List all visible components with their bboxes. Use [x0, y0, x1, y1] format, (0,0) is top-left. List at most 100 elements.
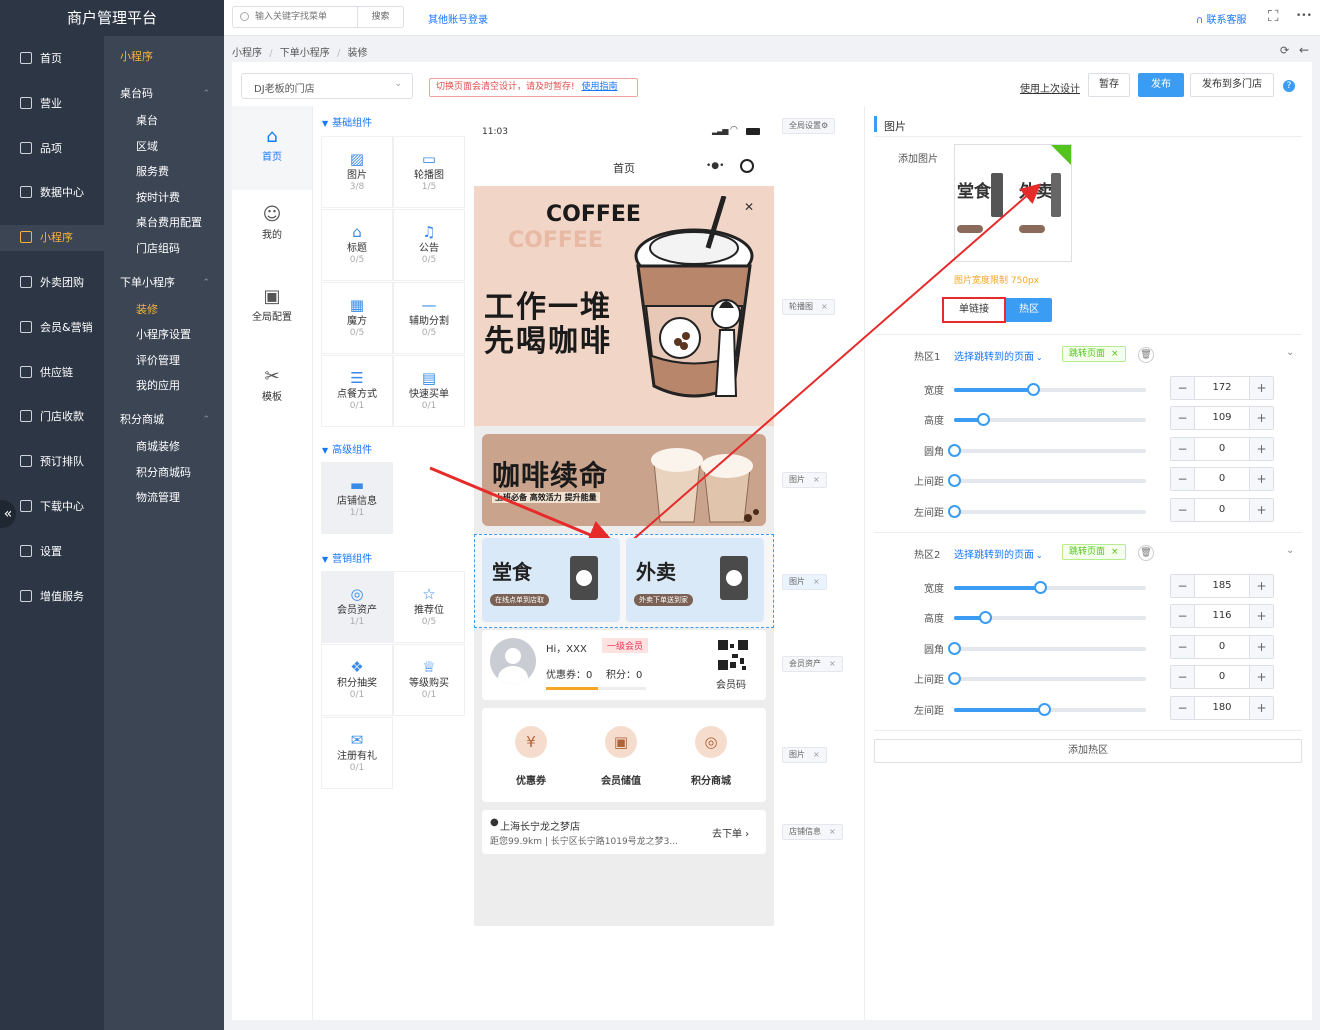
fullscreen-icon[interactable]: ⛶ [1268, 7, 1279, 25]
nav-primary-item[interactable]: 门店收款 [0, 404, 104, 430]
help-icon[interactable]: ? [1283, 80, 1295, 92]
support-link[interactable]: ∩ 联系客服 [1196, 11, 1247, 26]
page-tab[interactable]: ☺ 我的 [232, 204, 312, 241]
member-assets-card[interactable]: Hi，XXX 一级会员 优惠券：0 积分：0 会员码 [482, 630, 766, 700]
nav-primary-item[interactable]: 营业 [0, 91, 104, 117]
component-tile[interactable]: — 辅助分割 0/5 [393, 282, 465, 354]
add-hotspot-button[interactable]: 添加热区 [874, 739, 1302, 763]
page-tab[interactable]: ✂ 模板 [232, 366, 312, 403]
mode-tab-single-link[interactable]: 单链接 [942, 297, 1006, 323]
hotspot-stepper[interactable]: −180 + [1170, 695, 1274, 720]
hotspot-tile[interactable]: 堂食 在线点单到店取 [482, 538, 620, 622]
stepper-value[interactable]: 0 [1195, 468, 1249, 490]
component-tile[interactable]: ☆ 推荐位 0/5 [393, 571, 465, 643]
hotspot-slider[interactable] [948, 641, 1146, 655]
component-tile[interactable]: ▭ 轮播图 1/5 [393, 136, 465, 208]
decrement-button[interactable]: − [1171, 407, 1195, 430]
stepper-value[interactable]: 0 [1195, 636, 1249, 658]
hotspot-stepper[interactable]: −116 + [1170, 604, 1274, 629]
nav-secondary-item[interactable]: 装修 [104, 300, 224, 320]
decrement-button[interactable]: − [1171, 605, 1195, 628]
component-tile[interactable]: ❖ 积分抽奖 0/1 [321, 644, 393, 716]
user-guide-link[interactable]: 使用指南 [581, 82, 617, 92]
publish-button[interactable]: 发布 [1138, 73, 1184, 97]
component-tile[interactable]: ▬ 店铺信息 1/1 [321, 462, 393, 534]
nav-secondary-item[interactable]: 按时计费 [104, 188, 224, 208]
component-layer-tag[interactable]: 图片 × [782, 747, 827, 763]
component-group-header[interactable]: ▼ 基础组件 [322, 114, 372, 129]
quick-link[interactable]: ¥ 优惠券 [496, 722, 566, 794]
nav-secondary-item[interactable]: 区域 [104, 137, 224, 157]
back-icon[interactable]: ← [1299, 43, 1309, 57]
link-page-select[interactable]: 选择跳转到的页面 ⌄ [954, 546, 1043, 561]
increment-button[interactable]: + [1249, 407, 1273, 430]
slider-handle[interactable] [1038, 702, 1052, 716]
hotspot-slider[interactable] [954, 611, 1146, 625]
component-tile[interactable]: ▦ 魔方 0/5 [321, 282, 393, 354]
component-tile[interactable]: ◎ 会员资产 1/1 [321, 571, 393, 643]
component-tile[interactable]: ♕ 等级购买 0/1 [393, 644, 465, 716]
slider-handle[interactable] [948, 443, 961, 457]
nav-primary-item[interactable]: 下载中心 [0, 494, 104, 520]
nav-secondary-item[interactable]: 评价管理 [104, 351, 224, 371]
nav-section-header[interactable]: 桌台码 ⌃ [104, 84, 224, 104]
store-select[interactable]: DJ老板的门店 ⌄ [241, 73, 413, 99]
decrement-button[interactable]: − [1171, 575, 1195, 597]
more-icon[interactable]: ••• [1296, 11, 1312, 21]
increment-button[interactable]: + [1249, 605, 1273, 628]
slider-handle[interactable] [948, 641, 961, 655]
image-upload-preview[interactable]: 堂食 外卖 [954, 144, 1072, 262]
image-banner-coffee[interactable]: 咖啡续命 上班必备 高效活力 提升能量 [482, 434, 766, 526]
nav-primary-item[interactable]: 首页 [0, 46, 104, 72]
nav-primary-item[interactable]: 预订排队 [0, 449, 104, 475]
component-layer-tag[interactable]: 店铺信息 × [782, 824, 843, 840]
nav-primary-item[interactable]: 外卖团购 [0, 270, 104, 296]
component-group-header[interactable]: ▼ 营销组件 [322, 550, 372, 565]
nav-primary-item[interactable]: 增值服务 [0, 584, 104, 610]
increment-button[interactable]: + [1249, 666, 1273, 689]
increment-button[interactable]: + [1249, 575, 1273, 597]
hotspot-stepper[interactable]: −172 + [1170, 376, 1274, 400]
hotspot-stepper[interactable]: −0 + [1170, 634, 1274, 659]
use-last-design-link[interactable]: 使用上次设计 [1020, 80, 1080, 95]
stepper-value[interactable]: 180 [1195, 697, 1249, 719]
stepper-value[interactable]: 0 [1195, 438, 1249, 460]
component-tile[interactable]: ▨ 图片 3/8 [321, 136, 393, 208]
hotspot-stepper[interactable]: −185 + [1170, 574, 1274, 598]
slider-handle[interactable] [948, 504, 961, 518]
hotspot-slider[interactable] [954, 383, 1146, 396]
component-tile[interactable]: ✉ 注册有礼 0/1 [321, 717, 393, 789]
page-tab[interactable]: ⌂ 首页 [232, 126, 312, 163]
decrement-button[interactable]: − [1171, 635, 1195, 658]
remove-icon[interactable]: × [813, 750, 820, 759]
slider-handle[interactable] [1026, 383, 1040, 396]
hotspot-slider[interactable] [948, 474, 1146, 488]
nav-secondary-item[interactable]: 桌台费用配置 [104, 213, 224, 233]
hotspot-stepper[interactable]: −0 + [1170, 436, 1274, 461]
quick-link[interactable]: ▣ 会员储值 [586, 722, 656, 794]
page-tab[interactable]: ▣ 全局配置 [232, 286, 312, 323]
increment-button[interactable]: + [1249, 635, 1273, 658]
decrement-button[interactable]: − [1171, 437, 1195, 460]
hotspot-stepper[interactable]: −0 + [1170, 467, 1274, 492]
nav-primary-item[interactable]: 品项 [0, 136, 104, 162]
hotspot-stepper[interactable]: −0 + [1170, 497, 1274, 522]
decrement-button[interactable]: − [1171, 696, 1195, 719]
breadcrumb-item[interactable]: 下单小程序 [280, 48, 330, 59]
hotspot-tile[interactable]: 外卖 外卖下单送到家 [626, 538, 764, 622]
decrement-button[interactable]: − [1171, 498, 1195, 521]
component-layer-tag[interactable]: 全局设置⚙ [782, 118, 836, 134]
nav-secondary-item[interactable]: 我的应用 [104, 376, 224, 396]
decrement-button[interactable]: − [1171, 377, 1195, 399]
hotspot-slider[interactable] [948, 672, 1146, 686]
nav-primary-item[interactable]: 小程序 [0, 225, 104, 252]
hotspot-slider[interactable] [954, 581, 1146, 594]
remove-tag-icon[interactable]: × [1111, 547, 1119, 557]
component-layer-tag[interactable]: 图片 × [782, 574, 827, 590]
hotspot-stepper[interactable]: −0 + [1170, 665, 1274, 690]
nav-primary-item[interactable]: 数据中心 [0, 180, 104, 206]
component-layer-tag[interactable]: 图片 × [782, 472, 827, 488]
component-tile[interactable]: ⌂ 标题 0/5 [321, 209, 393, 281]
quick-link[interactable]: ◎ 积分商城 [676, 722, 746, 794]
other-account-login-link[interactable]: 其他账号登录 [428, 11, 488, 26]
